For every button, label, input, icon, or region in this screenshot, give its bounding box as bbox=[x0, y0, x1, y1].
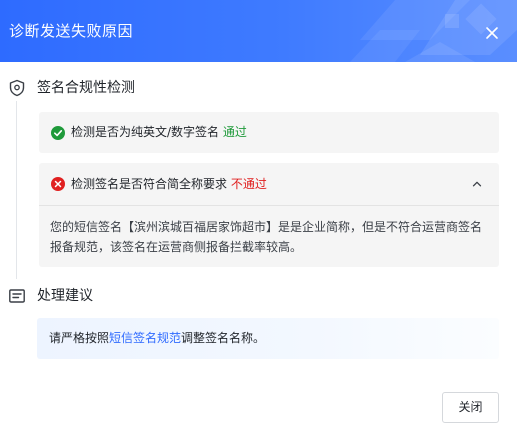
timeline-line bbox=[16, 101, 17, 279]
diagnosis-dialog: 诊断发送失败原因 签名合规性检测 检测是否为纯英文/数字签名 通过 检测签名是否… bbox=[0, 0, 517, 431]
success-check-icon bbox=[51, 126, 65, 140]
status-pass-text: 通过 bbox=[222, 125, 247, 139]
signature-spec-link[interactable]: 短信签名规范 bbox=[109, 331, 181, 345]
close-icon[interactable] bbox=[485, 26, 499, 40]
suggestion-title: 处理建议 bbox=[37, 288, 93, 304]
shield-check-icon bbox=[9, 79, 25, 97]
check-item-label: 检测签名是否符合简全称要求 bbox=[71, 177, 228, 191]
chevron-up-icon[interactable] bbox=[471, 178, 483, 190]
status-fail-text: 不通过 bbox=[230, 177, 267, 191]
close-button[interactable]: 关闭 bbox=[442, 392, 499, 423]
suggestion-text-after: 调整签名名称。 bbox=[181, 331, 266, 345]
dialog-header: 诊断发送失败原因 bbox=[0, 0, 517, 62]
check-item-english-numeric: 检测是否为纯英文/数字签名 通过 bbox=[39, 112, 499, 153]
suggestion-text-before: 请严格按照 bbox=[49, 331, 110, 345]
message-icon bbox=[9, 289, 25, 303]
dialog-title: 诊断发送失败原因 bbox=[9, 22, 134, 40]
check-item-label: 检测是否为纯英文/数字签名 bbox=[71, 125, 220, 139]
suggestion-box: 请严格按照短信签名规范调整签名名称。 bbox=[37, 318, 499, 359]
card-divider bbox=[39, 205, 499, 206]
signature-check-title: 签名合规性检测 bbox=[37, 80, 135, 96]
failure-detail-text: 您的短信签名【滨州滨城百福居家饰超市】是是企业简称，但是不符合运营商签名报备规范… bbox=[50, 220, 483, 254]
error-x-icon bbox=[51, 177, 65, 191]
